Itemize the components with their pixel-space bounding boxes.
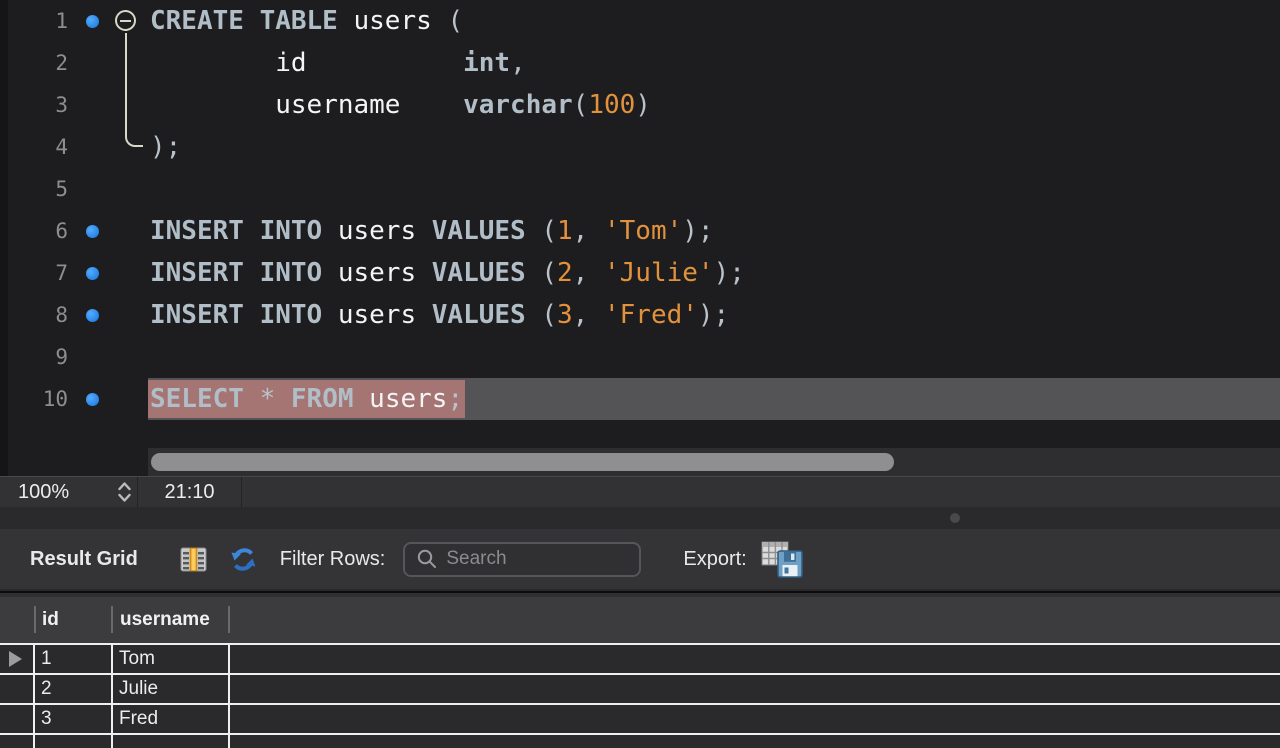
column-separator[interactable] <box>228 606 230 633</box>
fold-toggle-icon[interactable] <box>115 10 136 31</box>
row-gutter-cell[interactable] <box>0 675 35 703</box>
header-gutter-cell <box>0 597 35 643</box>
line-number: 3 <box>0 84 68 126</box>
row-gutter-cell[interactable] <box>0 705 35 733</box>
code-line-4[interactable]: 4); <box>0 126 1280 168</box>
code-text[interactable]: CREATE TABLE users ( <box>150 0 463 42</box>
export-label: Export: <box>683 548 746 571</box>
statement-marker-icon[interactable] <box>86 267 99 280</box>
table-cell[interactable] <box>35 735 113 748</box>
code-line-6[interactable]: 6 INSERT INTO users VALUES (1, 'Tom'); <box>0 210 1280 252</box>
table-cell[interactable]: 2 <box>35 675 113 703</box>
column-separator[interactable] <box>111 606 113 633</box>
statement-marker-icon[interactable] <box>86 225 99 238</box>
search-box[interactable] <box>403 542 641 577</box>
code-line-5[interactable]: 5 <box>0 168 1280 210</box>
search-input[interactable] <box>446 548 616 570</box>
line-number: 1 <box>0 0 68 42</box>
cursor-position: 21:10 <box>138 477 241 507</box>
refresh-icon[interactable] <box>229 545 258 574</box>
table-row[interactable]: 3Fred <box>0 705 1280 735</box>
line-number: 10 <box>0 378 68 420</box>
line-number: 8 <box>0 294 68 336</box>
code-line-8[interactable]: 8 INSERT INTO users VALUES (3, 'Fred'); <box>0 294 1280 336</box>
line-number: 2 <box>0 42 68 84</box>
selected-text: SELECT * FROM users; <box>148 380 465 418</box>
code-text[interactable]: id int, <box>150 42 526 84</box>
table-cell[interactable]: Tom <box>113 645 230 673</box>
table-row-empty[interactable] <box>0 735 1280 748</box>
code-text[interactable]: INSERT INTO users VALUES (2, 'Julie'); <box>150 252 745 294</box>
result-grid-header: idusername <box>0 597 1280 643</box>
mysql-workbench-window: 1CREATE TABLE users (2 id int,3 username… <box>0 0 1280 748</box>
table-row[interactable]: 1Tom <box>0 645 1280 675</box>
code-line-2[interactable]: 2 id int, <box>0 42 1280 84</box>
row-gutter-cell[interactable] <box>0 735 35 748</box>
code-line-9[interactable]: 9 <box>0 336 1280 378</box>
search-icon <box>416 548 438 570</box>
code-line-7[interactable]: 7 INSERT INTO users VALUES (2, 'Julie'); <box>0 252 1280 294</box>
horizontal-scrollbar-thumb[interactable] <box>151 453 894 471</box>
code-line-1[interactable]: 1 CREATE TABLE users ( <box>0 0 1280 42</box>
table-cell[interactable]: 3 <box>35 705 113 733</box>
zoom-control[interactable]: 100% <box>0 477 137 507</box>
line-number: 7 <box>0 252 68 294</box>
filter-rows-label: Filter Rows: <box>280 548 386 571</box>
result-grid-body: 1Tom2Julie3Fred <box>0 643 1280 748</box>
code-text[interactable]: username varchar(100) <box>150 84 651 126</box>
zoom-level: 100% <box>18 481 69 504</box>
editor-status-bar: 100% 21:10 <box>0 476 1280 507</box>
code-text[interactable]: INSERT INTO users VALUES (3, 'Fred'); <box>150 294 729 336</box>
line-number: 5 <box>0 168 68 210</box>
table-filler-cell <box>230 675 1280 703</box>
line-number: 4 <box>0 126 68 168</box>
code-line-10[interactable]: 10 SELECT * FROM users; <box>0 378 1280 420</box>
table-cell[interactable] <box>113 735 230 748</box>
toolbar-bottom-edge <box>0 589 1280 597</box>
table-filler-cell <box>230 735 1280 748</box>
table-row[interactable]: 2Julie <box>0 675 1280 705</box>
current-row-marker-icon <box>9 651 22 667</box>
column-separator[interactable] <box>34 606 36 633</box>
line-number: 6 <box>0 210 68 252</box>
zoom-stepper-icon[interactable] <box>117 481 132 503</box>
column-header-username[interactable]: username <box>113 609 230 631</box>
statement-marker-icon[interactable] <box>86 15 99 28</box>
statement-marker-icon[interactable] <box>86 309 99 322</box>
line-number: 9 <box>0 336 68 378</box>
table-filler-cell <box>230 645 1280 673</box>
fold-rail <box>125 33 143 147</box>
table-filler-cell <box>230 705 1280 733</box>
horizontal-scrollbar[interactable] <box>148 448 1280 476</box>
code-text[interactable]: SELECT * FROM users; <box>150 378 465 420</box>
status-filler <box>242 477 1280 507</box>
code-line-3[interactable]: 3 username varchar(100) <box>0 84 1280 126</box>
code-text[interactable]: INSERT INTO users VALUES (1, 'Tom'); <box>150 210 714 252</box>
column-header-id[interactable]: id <box>35 609 113 631</box>
toggle-grid-columns-icon[interactable] <box>180 546 207 573</box>
result-grid-toolbar: Result Grid <box>0 529 1280 589</box>
export-grid-icon[interactable] <box>761 541 803 578</box>
table-cell[interactable]: Fred <box>113 705 230 733</box>
table-cell[interactable]: 1 <box>35 645 113 673</box>
splitter-handle-icon[interactable] <box>950 513 960 523</box>
row-gutter-cell[interactable] <box>0 645 35 673</box>
code-text[interactable]: ); <box>150 126 181 168</box>
statement-marker-icon[interactable] <box>86 393 99 406</box>
code-lines: 1CREATE TABLE users (2 id int,3 username… <box>0 0 1280 420</box>
result-grid-title: Result Grid <box>30 548 138 571</box>
pane-splitter[interactable] <box>0 507 1280 529</box>
sql-editor[interactable]: 1CREATE TABLE users (2 id int,3 username… <box>0 0 1280 476</box>
table-cell[interactable]: Julie <box>113 675 230 703</box>
